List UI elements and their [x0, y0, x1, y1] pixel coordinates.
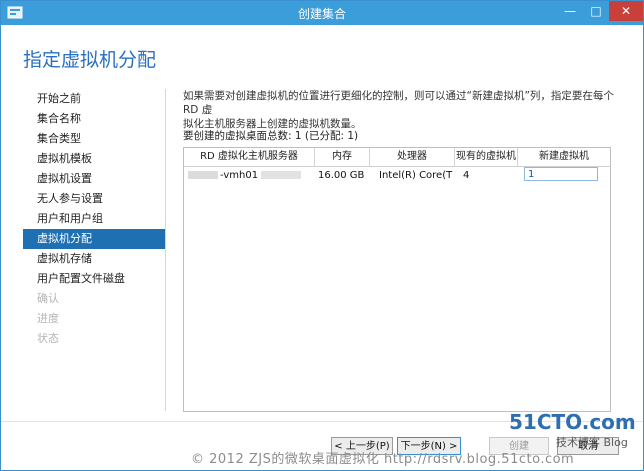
vm-total-summary: 要创建的虚拟桌面总数: 1 (已分配: 1)	[183, 130, 359, 142]
sidebar-item-user-profile-disks[interactable]: 用户配置文件磁盘	[23, 269, 165, 289]
sidebar-item-vm-storage[interactable]: 虚拟机存储	[23, 249, 165, 269]
minimize-button[interactable]: —	[557, 1, 583, 21]
wizard-window: 创建集合 — □ ✕ 指定虚拟机分配 开始之前 集合名称 集合类型 虚拟机模板 …	[0, 0, 644, 471]
redacted-prefix	[188, 171, 218, 179]
sidebar-item-progress: 进度	[37, 312, 59, 325]
table-header: RD 虚拟化主机服务器 内存 处理器 现有的虚拟机 新建虚拟机	[184, 148, 610, 167]
sidebar-item-before-you-begin[interactable]: 开始之前	[23, 89, 165, 109]
server-name-text: -vmh01	[220, 170, 259, 181]
column-header-processor[interactable]: 处理器	[370, 148, 455, 166]
sidebar-item-vm-template[interactable]: 虚拟机模板	[23, 149, 165, 169]
sidebar-item-results: 状态	[37, 332, 59, 345]
memory-cell: 16.00 GB	[318, 170, 365, 181]
sidebar-item-users-groups[interactable]: 用户和用户组	[23, 209, 165, 229]
processor-cell: Intel(R) Core(TM	[379, 170, 453, 181]
description-line-1: 如果需要对创建虚拟机的位置进行更细化的控制，则可以通过“新建虚拟机”列，指定要在…	[183, 90, 614, 116]
sidebar-item-vm-settings[interactable]: 虚拟机设置	[23, 169, 165, 189]
column-header-server[interactable]: RD 虚拟化主机服务器	[184, 148, 315, 166]
sidebar-item-confirmation: 确认	[37, 292, 59, 305]
title-bar[interactable]: 创建集合 — □ ✕	[1, 1, 643, 25]
page-title: 指定虚拟机分配	[23, 49, 157, 71]
window-title: 创建集合	[297, 7, 346, 21]
column-header-memory[interactable]: 内存	[315, 148, 370, 166]
site-logo: 51CTO.com	[509, 410, 636, 434]
sidebar-item-collection-type[interactable]: 集合类型	[23, 129, 165, 149]
sidebar-item-collection-name[interactable]: 集合名称	[23, 109, 165, 129]
allocation-description: 如果需要对创建虚拟机的位置进行更细化的控制，则可以通过“新建虚拟机”列，指定要在…	[183, 89, 629, 131]
column-header-existing-vms[interactable]: 现有的虚拟机	[455, 148, 518, 166]
close-button[interactable]: ✕	[609, 1, 643, 21]
host-allocation-table: RD 虚拟化主机服务器 内存 处理器 现有的虚拟机 新建虚拟机 -vmh01 1…	[183, 147, 611, 412]
existing-vms-cell: 4	[463, 170, 470, 181]
redacted-suffix	[261, 171, 302, 179]
maximize-button[interactable]: □	[583, 1, 609, 21]
new-vms-input[interactable]: 1	[524, 167, 598, 181]
column-header-new-vms[interactable]: 新建虚拟机	[518, 148, 610, 166]
server-name-cell: -vmh01	[188, 167, 310, 185]
sidebar-item-vm-allocation[interactable]: 虚拟机分配	[23, 229, 165, 249]
sidebar-item-unattended-settings[interactable]: 无人参与设置	[23, 189, 165, 209]
copyright-watermark: © 2012 ZJS的微软桌面虚拟化 http://rdsrv.blog.51c…	[191, 452, 575, 467]
wizard-sidebar: 开始之前 集合名称 集合类型 虚拟机模板 虚拟机设置 无人参与设置 用户和用户组…	[23, 89, 166, 411]
